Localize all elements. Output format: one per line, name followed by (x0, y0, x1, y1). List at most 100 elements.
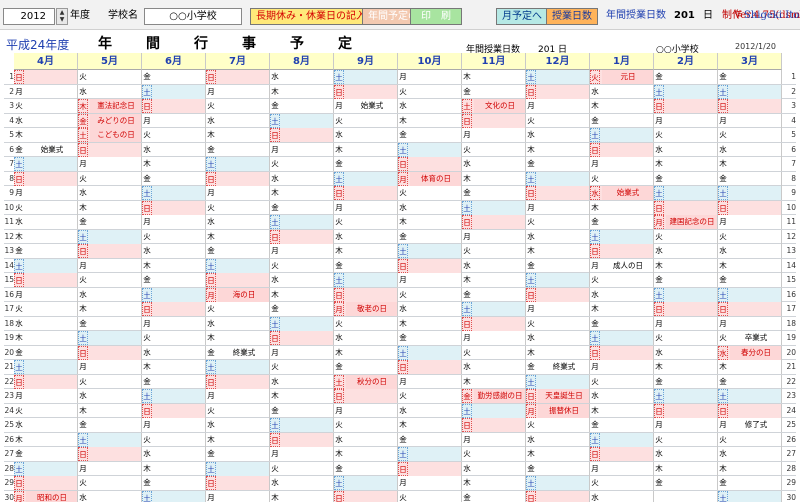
day-cell[interactable]: 月 (270, 345, 334, 360)
day-cell[interactable]: 火 (654, 432, 718, 447)
day-cell[interactable]: 金 (398, 229, 462, 244)
day-cell[interactable]: 土 (142, 287, 206, 302)
day-cell[interactable]: 水 (398, 99, 462, 113)
day-cell[interactable]: 木 (142, 360, 206, 374)
day-cell[interactable]: 土 (398, 345, 462, 360)
day-cell[interactable]: 木 (526, 447, 590, 461)
day-cell[interactable]: 木 (14, 229, 78, 244)
day-cell[interactable]: 土 (14, 461, 78, 476)
day-cell[interactable]: 火 (270, 461, 334, 476)
day-cell[interactable]: 水 (334, 128, 398, 142)
day-cell[interactable]: 月 (334, 403, 398, 418)
day-cell[interactable]: 火 (78, 476, 142, 490)
day-cell[interactable]: 火 (526, 316, 590, 331)
day-cell[interactable]: 土 (270, 418, 334, 432)
day-cell[interactable]: 月建国記念の日 (654, 215, 718, 229)
day-cell[interactable]: 金 (14, 447, 78, 461)
day-cell[interactable]: 水 (654, 244, 718, 258)
day-cell[interactable]: 金 (270, 200, 334, 215)
day-cell[interactable]: 金 (14, 345, 78, 360)
day-cell[interactable]: 水 (78, 490, 142, 502)
day-cell[interactable]: 水 (462, 360, 526, 374)
day-cell[interactable]: 月 (270, 142, 334, 157)
day-cell[interactable]: 木 (206, 331, 270, 345)
day-cell[interactable]: 土 (206, 157, 270, 171)
day-cell[interactable]: 金 (462, 186, 526, 200)
day-cell[interactable]: 金 (462, 84, 526, 99)
day-cell[interactable]: 月 (142, 113, 206, 128)
day-cell[interactable]: 水 (526, 432, 590, 447)
day-cell[interactable]: 火元日 (590, 70, 654, 84)
day-cell[interactable]: 火 (718, 128, 782, 142)
day-cell[interactable]: 火 (334, 113, 398, 128)
day-cell[interactable]: 火 (142, 331, 206, 345)
day-cell[interactable]: 日 (718, 99, 782, 113)
day-cell[interactable]: 月 (14, 389, 78, 403)
day-cell[interactable]: 木 (654, 360, 718, 374)
day-cell[interactable]: 木 (270, 84, 334, 99)
day-cell[interactable]: 火 (654, 331, 718, 345)
day-cell[interactable]: 日 (14, 374, 78, 389)
day-cell[interactable]: 木 (398, 316, 462, 331)
day-cell[interactable]: 日 (462, 215, 526, 229)
day-cell[interactable]: 月 (142, 316, 206, 331)
day-cell[interactable]: 月 (78, 461, 142, 476)
day-cell[interactable]: 土 (654, 186, 718, 200)
day-cell[interactable]: 水 (590, 389, 654, 403)
day-cell[interactable]: 日 (14, 171, 78, 186)
day-cell[interactable]: 木 (270, 490, 334, 502)
day-cell[interactable]: 土 (718, 84, 782, 99)
day-cell[interactable]: 日 (718, 403, 782, 418)
long-holiday-entry-button[interactable]: 長期休み・休業日の記入 (250, 8, 372, 25)
day-cell[interactable]: 水 (654, 345, 718, 360)
day-cell[interactable]: 金 (590, 418, 654, 432)
day-cell[interactable]: 土 (142, 490, 206, 502)
year-input[interactable]: 2012 (3, 8, 55, 25)
day-cell[interactable]: 金 終業式 (206, 345, 270, 360)
day-cell[interactable]: 金みどりの日 (78, 113, 142, 128)
day-cell[interactable]: 土 (654, 84, 718, 99)
day-cell[interactable]: 木 (206, 229, 270, 244)
day-cell[interactable]: 木 (590, 403, 654, 418)
day-cell[interactable]: 月 (398, 70, 462, 84)
day-cell[interactable]: 月 (718, 113, 782, 128)
day-cell[interactable]: 日 (78, 447, 142, 461)
day-cell[interactable]: 水 (654, 142, 718, 157)
day-cell[interactable]: 木 (526, 244, 590, 258)
day-cell[interactable]: 火 (590, 476, 654, 490)
day-cell[interactable]: 木 (654, 258, 718, 273)
day-cell[interactable]: 金 (526, 461, 590, 476)
day-cell[interactable]: 金 (334, 258, 398, 273)
day-cell[interactable]: 水 (78, 389, 142, 403)
day-cell[interactable]: 水始業式 (590, 186, 654, 200)
day-cell[interactable]: 水 (142, 244, 206, 258)
day-cell[interactable]: 日 (14, 70, 78, 84)
day-cell[interactable]: 土 (526, 70, 590, 84)
day-cell[interactable]: 日 (398, 258, 462, 273)
day-cell[interactable]: 水 (398, 403, 462, 418)
day-cell[interactable]: 月 (462, 128, 526, 142)
day-cell[interactable]: 水 (398, 302, 462, 316)
day-cell[interactable]: 金 (654, 374, 718, 389)
day-cell[interactable]: 土 (334, 70, 398, 84)
day-cell[interactable]: 金 (270, 403, 334, 418)
day-cell[interactable]: 火 (526, 215, 590, 229)
day-cell[interactable]: 木 (334, 447, 398, 461)
day-cell[interactable]: 火 (78, 70, 142, 84)
day-cell[interactable]: 木 (526, 345, 590, 360)
day-cell[interactable]: 月 (206, 186, 270, 200)
day-cell[interactable]: 日 (14, 476, 78, 490)
day-cell[interactable]: 月振替休日 (526, 403, 590, 418)
day-cell[interactable]: 日 (590, 345, 654, 360)
day-cell[interactable]: 日 (78, 345, 142, 360)
spinner-down-icon[interactable]: ▼ (57, 16, 67, 23)
day-cell[interactable]: 月体育の日 (398, 171, 462, 186)
day-cell[interactable]: 水 (718, 142, 782, 157)
day-cell[interactable]: 水 (590, 287, 654, 302)
day-cell[interactable]: 金 (718, 171, 782, 186)
day-cell[interactable]: 金 (78, 215, 142, 229)
school-name-input[interactable]: ○○小学校 (144, 8, 242, 25)
day-cell[interactable]: 日 (526, 186, 590, 200)
day-cell[interactable]: 日 (14, 273, 78, 287)
day-cell[interactable]: 日 (270, 229, 334, 244)
